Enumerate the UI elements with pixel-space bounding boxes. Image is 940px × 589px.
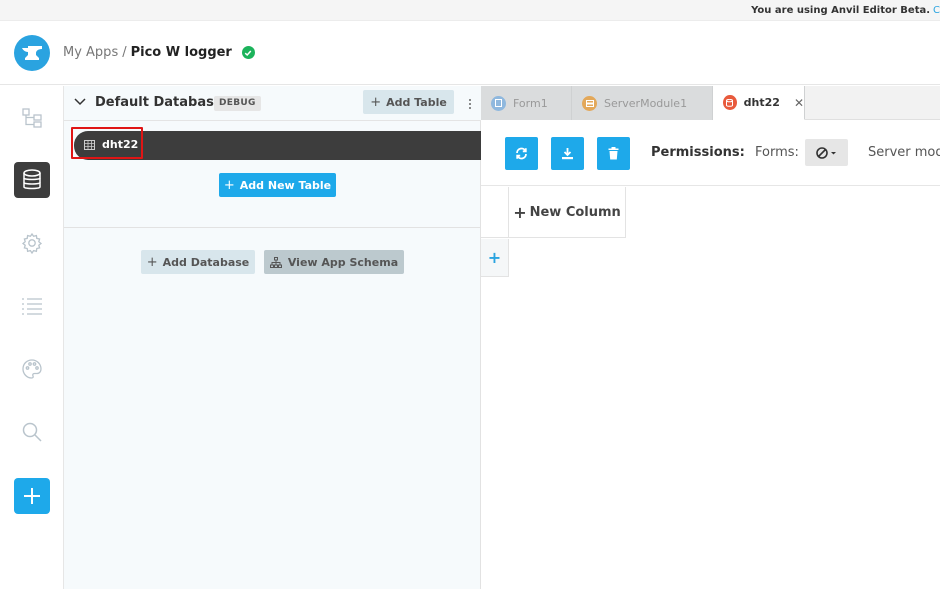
breadcrumb: My Apps / Pico W logger — [63, 45, 255, 60]
chevron-down-icon[interactable] — [74, 97, 86, 107]
close-icon[interactable]: ✕ — [794, 96, 804, 110]
download-icon — [562, 148, 573, 160]
tab-servermodule1[interactable]: ServerModule1 — [572, 86, 713, 120]
add-table-button[interactable]: + Add Table — [363, 90, 454, 114]
list-icon[interactable] — [14, 288, 50, 324]
search-icon[interactable] — [14, 414, 50, 450]
forms-permission-dropdown[interactable] — [805, 139, 848, 166]
tab-form1[interactable]: Form1 — [481, 86, 572, 120]
add-database-button[interactable]: + Add Database — [141, 250, 255, 274]
top-header: My Apps / Pico W logger — [0, 21, 940, 85]
settings-gear-icon[interactable] — [14, 225, 50, 261]
plus-icon: + — [223, 177, 235, 193]
data-grid: + New Column + — [481, 187, 940, 589]
download-button[interactable] — [551, 137, 584, 170]
plus-icon: + — [487, 248, 502, 267]
no-access-icon — [815, 146, 836, 159]
add-table-label: Add Table — [386, 95, 447, 109]
database-panel: Default Database DEBUG + Add Table dht22… — [64, 86, 481, 589]
permissions-label: Permissions: — [651, 145, 745, 160]
plus-icon: + — [370, 94, 382, 110]
database-icon[interactable] — [14, 162, 50, 198]
app-name[interactable]: Pico W logger — [131, 45, 232, 60]
panel-divider — [64, 227, 481, 228]
plus-icon: + — [146, 254, 158, 270]
forms-label: Forms: — [755, 145, 799, 160]
form-icon — [491, 95, 506, 111]
tab-label: Form1 — [513, 96, 548, 110]
refresh-button[interactable] — [505, 137, 538, 170]
breadcrumb-my-apps[interactable]: My Apps — [63, 45, 118, 60]
plus-icon: + — [513, 202, 527, 222]
left-nav-rail — [0, 86, 64, 589]
trash-icon — [608, 147, 619, 160]
grid-corner — [481, 187, 509, 238]
highlight-box — [71, 127, 143, 159]
breadcrumb-separator: / — [122, 45, 127, 60]
more-vertical-icon[interactable] — [465, 94, 475, 114]
tab-dht22[interactable]: dht22 ✕ — [713, 86, 805, 120]
table-toolbar: Permissions: Forms: Server mod — [481, 120, 940, 186]
tab-label: ServerModule1 — [604, 96, 688, 110]
view-app-schema-button[interactable]: View App Schema — [264, 250, 404, 274]
add-database-label: Add Database — [162, 255, 250, 269]
beta-banner-text: You are using Anvil Editor Beta. — [751, 4, 931, 16]
app-tree-icon[interactable] — [14, 100, 50, 136]
editor-tabs: Form1 ServerModule1 dht22 ✕ — [481, 86, 940, 120]
add-new-table-label: Add New Table — [239, 178, 332, 192]
beta-banner: You are using Anvil Editor Beta. C — [0, 0, 940, 21]
new-column-button[interactable]: + New Column — [509, 187, 626, 238]
check-circle-icon — [241, 46, 255, 59]
schema-tree-icon — [269, 256, 282, 268]
database-header: Default Database DEBUG + Add Table — [64, 86, 481, 121]
beta-banner-link[interactable]: C — [933, 5, 940, 16]
delete-button[interactable] — [597, 137, 630, 170]
server-modules-label: Server mod — [868, 145, 940, 160]
plus-icon[interactable] — [14, 478, 50, 514]
database-title: Default Database — [95, 95, 223, 110]
add-new-table-button[interactable]: + Add New Table — [219, 173, 336, 197]
refresh-icon — [516, 147, 527, 160]
add-row-button[interactable]: + — [481, 239, 509, 277]
tab-label: dht22 — [743, 96, 780, 109]
view-app-schema-label: View App Schema — [287, 255, 399, 269]
palette-icon[interactable] — [14, 351, 50, 387]
server-module-icon — [582, 95, 597, 111]
database-icon — [723, 95, 737, 110]
anvil-logo-icon[interactable] — [14, 35, 50, 71]
new-column-label: New Column — [529, 204, 621, 220]
debug-badge: DEBUG — [214, 96, 261, 111]
